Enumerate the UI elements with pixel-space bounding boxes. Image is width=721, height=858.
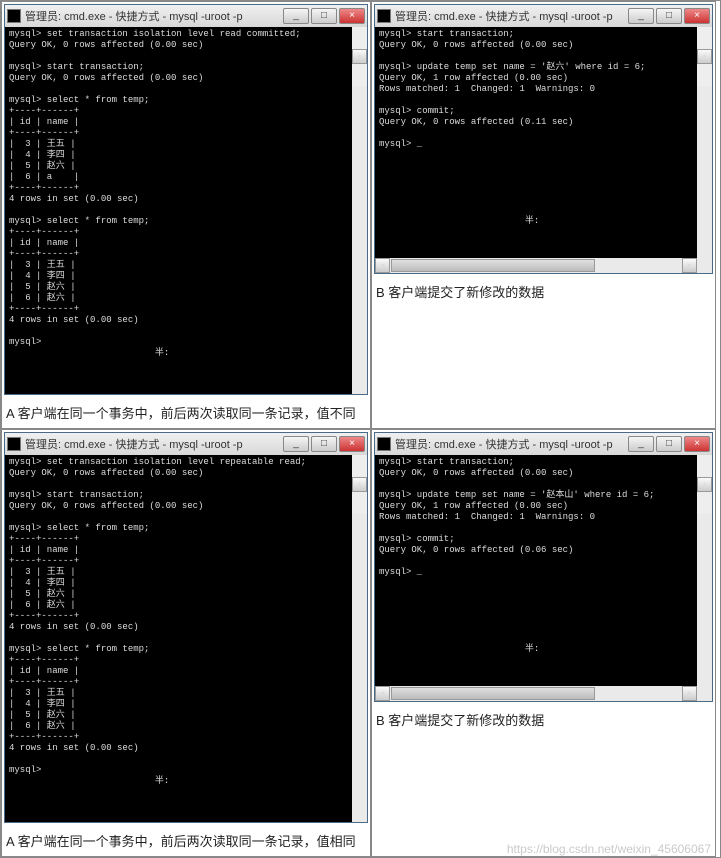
window-title: 管理员: cmd.exe - 快捷方式 - mysql -uroot -p	[395, 436, 628, 452]
scroll-left-button[interactable]: ◂	[375, 258, 390, 273]
window-buttons: _ □ ×	[628, 8, 710, 24]
scroll-up-button[interactable]: ▴	[352, 49, 367, 64]
scroll-track-h[interactable]	[390, 258, 682, 273]
scroll-up-button[interactable]: ▴	[697, 477, 712, 492]
minimize-button[interactable]: _	[283, 436, 309, 452]
window-buttons: _ □ ×	[628, 436, 710, 452]
scrollbar-vertical[interactable]: ▴ ▾	[697, 27, 712, 255]
app-icon	[7, 9, 21, 23]
terminal-window: 管理员: cmd.exe - 快捷方式 - mysql -uroot -p _ …	[4, 432, 368, 823]
scroll-right-button[interactable]: ▸	[682, 258, 697, 273]
scrollbar-vertical[interactable]: ▴ ▾	[352, 27, 367, 376]
scroll-track[interactable]	[352, 514, 367, 822]
window-title: 管理员: cmd.exe - 快捷方式 - mysql -uroot -p	[25, 8, 283, 24]
maximize-button[interactable]: □	[311, 8, 337, 24]
scroll-up-button[interactable]: ▴	[352, 477, 367, 492]
terminal-window: 管理员: cmd.exe - 快捷方式 - mysql -uroot -p _ …	[374, 432, 713, 702]
titlebar[interactable]: 管理员: cmd.exe - 快捷方式 - mysql -uroot -p _ …	[5, 5, 367, 27]
caption-b1: B 客户端提交了新修改的数据	[374, 278, 713, 305]
terminal-window: 管理员: cmd.exe - 快捷方式 - mysql -uroot -p _ …	[374, 4, 713, 274]
window-buttons: _ □ ×	[283, 436, 365, 452]
scroll-right-button[interactable]: ▸	[682, 686, 697, 701]
scrollbar-horizontal[interactable]: ◂ ▸	[375, 686, 697, 701]
terminal-output[interactable]: mysql> start transaction; Query OK, 0 ro…	[375, 455, 712, 701]
cell-a1: 管理员: cmd.exe - 快捷方式 - mysql -uroot -p _ …	[1, 1, 371, 429]
terminal-output[interactable]: mysql> start transaction; Query OK, 0 ro…	[375, 27, 712, 273]
scroll-track-h[interactable]	[390, 686, 682, 701]
scroll-thumb[interactable]	[391, 259, 595, 272]
scroll-left-button[interactable]: ◂	[375, 686, 390, 701]
cell-b2: 管理员: cmd.exe - 快捷方式 - mysql -uroot -p _ …	[371, 429, 716, 857]
maximize-button[interactable]: □	[311, 436, 337, 452]
window-buttons: _ □ ×	[283, 8, 365, 24]
minimize-button[interactable]: _	[628, 436, 654, 452]
app-icon	[377, 9, 391, 23]
scrollbar-vertical[interactable]: ▴ ▾	[352, 455, 367, 804]
scroll-up-button[interactable]: ▴	[697, 49, 712, 64]
close-button[interactable]: ×	[339, 8, 365, 24]
titlebar[interactable]: 管理员: cmd.exe - 快捷方式 - mysql -uroot -p _ …	[5, 433, 367, 455]
caption-b2: B 客户端提交了新修改的数据	[374, 706, 713, 733]
scroll-track[interactable]	[697, 86, 712, 273]
cell-a2: 管理员: cmd.exe - 快捷方式 - mysql -uroot -p _ …	[1, 429, 371, 857]
close-button[interactable]: ×	[684, 8, 710, 24]
scroll-track[interactable]	[352, 86, 367, 394]
scroll-thumb[interactable]	[391, 687, 595, 700]
maximize-button[interactable]: □	[656, 436, 682, 452]
titlebar[interactable]: 管理员: cmd.exe - 快捷方式 - mysql -uroot -p _ …	[375, 5, 712, 27]
terminal-output[interactable]: mysql> set transaction isolation level r…	[5, 455, 367, 822]
caption-a1: A 客户端在同一个事务中，前后两次读取同一条记录，值不同	[4, 399, 368, 426]
comparison-grid: 管理员: cmd.exe - 快捷方式 - mysql -uroot -p _ …	[0, 0, 721, 858]
minimize-button[interactable]: _	[628, 8, 654, 24]
scrollbar-horizontal[interactable]: ◂ ▸	[375, 258, 697, 273]
caption-a2: A 客户端在同一个事务中，前后两次读取同一条记录，值相同	[4, 827, 368, 854]
app-icon	[7, 437, 21, 451]
maximize-button[interactable]: □	[656, 8, 682, 24]
titlebar[interactable]: 管理员: cmd.exe - 快捷方式 - mysql -uroot -p _ …	[375, 433, 712, 455]
app-icon	[377, 437, 391, 451]
minimize-button[interactable]: _	[283, 8, 309, 24]
close-button[interactable]: ×	[339, 436, 365, 452]
scroll-track[interactable]	[697, 514, 712, 701]
cell-b1: 管理员: cmd.exe - 快捷方式 - mysql -uroot -p _ …	[371, 1, 716, 429]
window-title: 管理员: cmd.exe - 快捷方式 - mysql -uroot -p	[395, 8, 628, 24]
terminal-window: 管理员: cmd.exe - 快捷方式 - mysql -uroot -p _ …	[4, 4, 368, 395]
scrollbar-vertical[interactable]: ▴ ▾	[697, 455, 712, 683]
terminal-output[interactable]: mysql> set transaction isolation level r…	[5, 27, 367, 394]
close-button[interactable]: ×	[684, 436, 710, 452]
window-title: 管理员: cmd.exe - 快捷方式 - mysql -uroot -p	[25, 436, 283, 452]
